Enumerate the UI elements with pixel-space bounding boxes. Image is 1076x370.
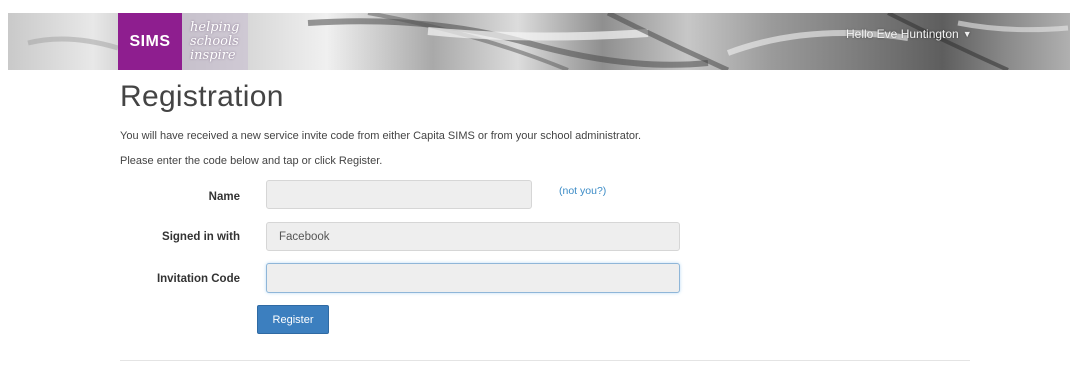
tagline-line-3: inspire	[190, 47, 236, 63]
page-title: Registration	[120, 80, 284, 113]
user-greeting: Hello Eve Huntington	[846, 27, 959, 41]
tagline: helping schools inspire	[182, 13, 248, 70]
signed-in-provider-field	[266, 222, 680, 251]
name-field[interactable]	[266, 180, 532, 209]
not-you-link[interactable]: (not you?)	[559, 185, 606, 197]
tagline-line-2: schools	[190, 33, 239, 49]
signed-in-label: Signed in with	[162, 231, 240, 243]
logo-text: SIMS	[129, 32, 171, 50]
invitation-code-input[interactable]	[266, 263, 680, 293]
intro-text-2: Please enter the code below and tap or c…	[120, 155, 383, 167]
intro-text-1: You will have received a new service inv…	[120, 130, 642, 142]
sims-logo[interactable]: SIMS	[118, 13, 182, 70]
page: SIMS helping schools inspire Hello Eve H…	[0, 0, 1076, 370]
invitation-code-label: Invitation Code	[156, 273, 240, 285]
chevron-down-icon: ▼	[962, 29, 972, 39]
register-button[interactable]: Register	[257, 305, 329, 334]
name-label: Name	[208, 191, 240, 203]
footer-divider	[120, 360, 970, 361]
user-menu[interactable]: Hello Eve Huntington ▼	[846, 27, 972, 41]
tagline-line-1: helping	[190, 19, 240, 35]
